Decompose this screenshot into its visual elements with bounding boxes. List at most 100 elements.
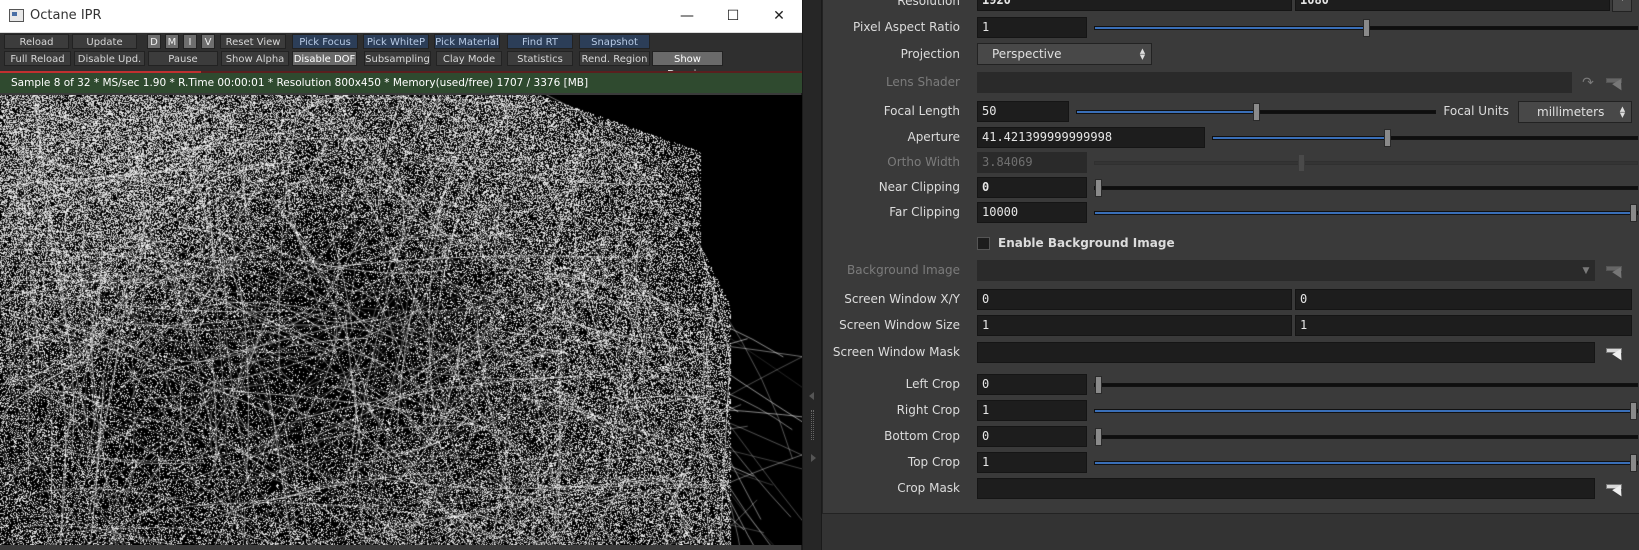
background-image-picker-icon[interactable]: [1603, 260, 1626, 282]
bottom-crop-field[interactable]: 0: [977, 426, 1087, 447]
find-rt-button[interactable]: Find RT: [507, 34, 573, 49]
resolution-y-field[interactable]: 1080: [1295, 0, 1610, 11]
far-clipping-field[interactable]: 10000: [977, 202, 1087, 223]
lens-shader-picker-icon[interactable]: [1603, 72, 1626, 94]
maximize-button[interactable]: ☐: [710, 0, 756, 32]
right-crop-field[interactable]: 1: [977, 400, 1087, 421]
pixel-aspect-ratio-slider[interactable]: [1094, 19, 1638, 37]
statistics-button[interactable]: Statistics: [507, 51, 573, 66]
near-clipping-field[interactable]: 0: [977, 177, 1087, 198]
resolution-presets-dropdown[interactable]: ▼: [1612, 0, 1632, 12]
m-toggle-button[interactable]: M: [165, 34, 179, 49]
screen-window-mask-picker-icon[interactable]: [1603, 342, 1626, 364]
aperture-slider[interactable]: [1212, 129, 1638, 147]
screen-window-y-field[interactable]: 0: [1295, 289, 1632, 310]
focal-length-field[interactable]: 50: [977, 101, 1069, 122]
screen-window-mask-label: Screen Window Mask: [832, 345, 960, 359]
background-image-label: Background Image: [847, 263, 960, 277]
slider-handle[interactable]: [1363, 19, 1370, 37]
ortho-width-slider[interactable]: [1094, 154, 1638, 172]
update-button[interactable]: Update: [72, 34, 137, 49]
subsampling-button[interactable]: Subsampling: [364, 51, 431, 66]
bottom-crop-label: Bottom Crop: [884, 429, 960, 443]
slider-handle[interactable]: [1253, 103, 1260, 121]
splitter-grip-icon[interactable]: [811, 410, 814, 440]
aperture-label: Aperture: [907, 130, 960, 144]
near-clipping-label: Near Clipping: [878, 180, 960, 194]
focal-length-slider[interactable]: [1076, 103, 1436, 121]
clay-mode-button[interactable]: Clay Mode: [436, 51, 502, 66]
pick-material-button[interactable]: Pick Material: [434, 34, 500, 49]
top-crop-field[interactable]: 1: [977, 452, 1087, 473]
left-crop-slider[interactable]: [1094, 376, 1638, 394]
left-crop-field[interactable]: 0: [977, 374, 1087, 395]
slider-handle[interactable]: [1630, 454, 1637, 472]
show-alpha-button[interactable]: Show Alpha: [221, 51, 289, 66]
revert-icon[interactable]: ↷: [1580, 75, 1596, 91]
close-button[interactable]: ✕: [756, 0, 802, 32]
resolution-x-field[interactable]: 1920: [977, 0, 1292, 11]
screen-window-xy-label: Screen Window X/Y: [844, 292, 960, 306]
pick-focus-button[interactable]: Pick Focus: [292, 34, 358, 49]
slider-handle[interactable]: [1095, 179, 1102, 197]
collapse-right-arrow-icon[interactable]: [811, 454, 816, 462]
pixel-aspect-ratio-field[interactable]: 1: [977, 17, 1087, 38]
top-crop-slider[interactable]: [1094, 454, 1638, 472]
far-clipping-label: Far Clipping: [889, 205, 960, 219]
render-viewport[interactable]: [0, 95, 802, 545]
pick-whitepoint-button[interactable]: Pick WhiteP: [363, 34, 429, 49]
slider-handle[interactable]: [1095, 428, 1102, 446]
reset-view-button[interactable]: Reset View: [220, 34, 286, 49]
disable-update-button[interactable]: Disable Upd.: [74, 51, 145, 66]
crop-mask-picker-icon[interactable]: [1603, 478, 1626, 500]
window-title: Octane IPR: [30, 8, 102, 23]
minimize-button[interactable]: —: [664, 0, 710, 32]
near-clipping-slider[interactable]: [1094, 179, 1638, 197]
full-reload-button[interactable]: Full Reload: [4, 51, 71, 66]
slider-handle[interactable]: [1630, 204, 1637, 222]
screen-window-size-label: Screen Window Size: [839, 318, 960, 332]
i-toggle-button[interactable]: I: [183, 34, 197, 49]
d-toggle-button[interactable]: D: [147, 34, 161, 49]
focal-units-dropdown[interactable]: millimeters ▲ ▼: [1518, 101, 1632, 123]
screen-window-mask-field[interactable]: [977, 342, 1595, 363]
ortho-width-field[interactable]: 3.84069: [977, 152, 1087, 173]
render-image[interactable]: [0, 95, 802, 545]
panel-footer: [822, 514, 1639, 550]
slider-handle[interactable]: [1095, 376, 1102, 394]
screen-window-x-field[interactable]: 0: [977, 289, 1292, 310]
top-crop-label: Top Crop: [907, 455, 960, 469]
screen: Octane IPR — ☐ ✕ Reload Update D M I V R…: [0, 0, 1639, 550]
pane-splitter[interactable]: [802, 0, 822, 550]
disable-dof-button[interactable]: Disable DOF: [292, 51, 357, 66]
slider-handle[interactable]: [1630, 402, 1637, 420]
collapse-left-arrow-icon[interactable]: [809, 392, 814, 400]
render-region-button[interactable]: Rend. Region: [579, 51, 650, 66]
focal-units-value: millimeters: [1537, 105, 1605, 119]
focal-units-label: Focal Units: [1443, 104, 1509, 118]
ortho-width-label: Ortho Width: [887, 155, 960, 169]
octane-ipr-window: Octane IPR — ☐ ✕ Reload Update D M I V R…: [0, 0, 802, 550]
snapshot-button[interactable]: Snapshot: [579, 34, 650, 49]
crop-mask-field[interactable]: [977, 478, 1595, 499]
far-clipping-slider[interactable]: [1094, 204, 1638, 222]
left-crop-label: Left Crop: [905, 377, 960, 391]
aperture-field[interactable]: 41.421399999999998: [977, 127, 1205, 148]
background-image-field[interactable]: [977, 260, 1595, 281]
v-toggle-button[interactable]: V: [201, 34, 215, 49]
reload-button[interactable]: Reload: [4, 34, 69, 49]
slider-handle[interactable]: [1298, 154, 1305, 172]
projection-dropdown[interactable]: Perspective ▲ ▼: [977, 43, 1152, 65]
dropdown-arrow-icon[interactable]: ▼: [1578, 263, 1594, 279]
lens-shader-label: Lens Shader: [885, 75, 960, 89]
enable-background-image-checkbox[interactable]: [977, 237, 990, 250]
screen-window-size-y-field[interactable]: 1: [1295, 315, 1632, 336]
screen-window-size-x-field[interactable]: 1: [977, 315, 1292, 336]
pause-button[interactable]: Pause: [148, 51, 218, 66]
show-denoise-button[interactable]: Show Denoise: [652, 51, 723, 80]
bottom-crop-slider[interactable]: [1094, 428, 1638, 446]
lens-shader-field[interactable]: [977, 72, 1572, 93]
title-bar[interactable]: Octane IPR — ☐ ✕: [0, 0, 802, 33]
right-crop-slider[interactable]: [1094, 402, 1638, 420]
slider-handle[interactable]: [1384, 129, 1391, 147]
